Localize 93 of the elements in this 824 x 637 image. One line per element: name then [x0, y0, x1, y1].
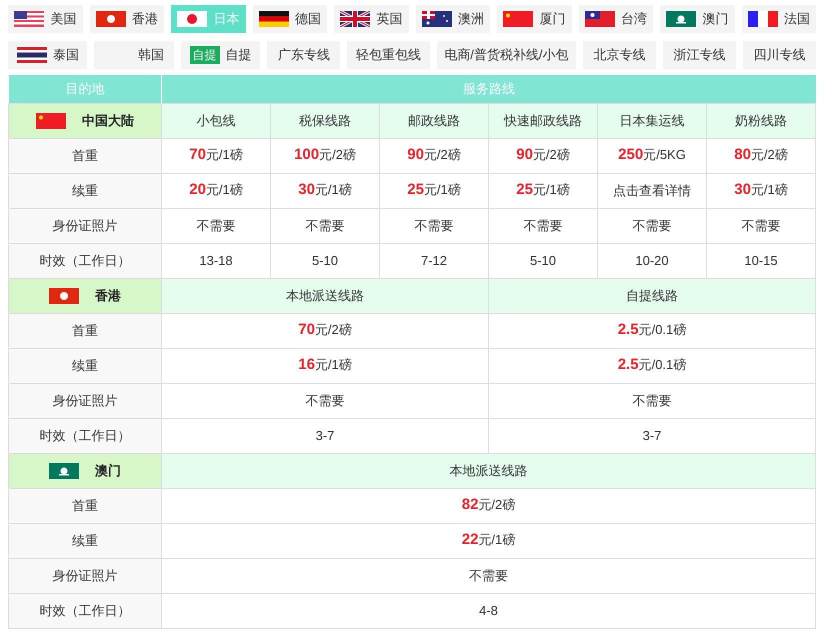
table-cell: 90元/2磅: [488, 138, 598, 173]
table-cell: 10-15: [706, 243, 816, 278]
table-cell: 不需要: [380, 208, 488, 243]
flag-icon: [503, 11, 534, 27]
table-cell: 22元/1磅: [162, 523, 816, 558]
country-tab[interactable]: 自提 自提: [180, 41, 260, 69]
table-cell: 82元/2磅: [162, 488, 816, 523]
table-cell: 不需要: [162, 558, 816, 593]
table-cell: 2.5元/0.1磅: [488, 348, 816, 383]
flag-icon: [16, 47, 47, 63]
route-header-cell: 邮政线路: [380, 103, 488, 138]
table-cell: 3-7: [162, 418, 488, 453]
country-tab[interactable]: 厦门: [497, 5, 572, 33]
country-tab[interactable]: 轻包重包线: [347, 41, 430, 69]
table-cell: 30元/1磅: [706, 173, 816, 208]
table-cell: 2.5元/0.1磅: [488, 313, 816, 348]
country-tab[interactable]: 美国: [8, 5, 82, 33]
route-header-cell: 本地派送线路: [162, 453, 816, 488]
route-header-cell: 小包线: [162, 103, 270, 138]
table-cell: 不需要: [488, 383, 816, 418]
table-cell: 16元/1磅: [162, 348, 488, 383]
route-header-cell: 税保线路: [270, 103, 380, 138]
country-tab[interactable]: 台湾: [578, 5, 653, 33]
table-cell: 不需要: [162, 208, 270, 243]
country-tab[interactable]: 英国: [334, 5, 408, 33]
flag-icon: [748, 11, 778, 27]
country-tab[interactable]: 电商/普货税补线/小包: [436, 41, 576, 69]
table-cell: 7-12: [380, 243, 488, 278]
table-cell: 10-20: [598, 243, 706, 278]
flag-icon: [177, 11, 208, 27]
country-tab[interactable]: 德国: [252, 5, 327, 33]
route-header-cell: 本地派送线路: [162, 278, 488, 313]
row-label-cell: 续重: [8, 523, 162, 558]
country-tab[interactable]: 浙江专线: [663, 41, 736, 69]
table-cell: 30元/1磅: [270, 173, 380, 208]
flag-icon: [340, 11, 370, 27]
country-tab[interactable]: 澳门: [660, 5, 734, 33]
table-cell: 不需要: [270, 208, 380, 243]
table-cell: 70元/1磅: [162, 138, 270, 173]
row-label-cell: 续重: [8, 173, 162, 208]
row-label-cell: 时效（工作日）: [8, 418, 162, 453]
row-label-cell: 续重: [8, 348, 162, 383]
row-label-cell: 首重: [8, 313, 162, 348]
flag-icon: [14, 11, 44, 27]
country-tab[interactable]: 四川专线: [743, 41, 816, 69]
country-tab[interactable]: 北京专线: [583, 41, 656, 69]
table-cell: 3-7: [488, 418, 816, 453]
table-cell: 70元/2磅: [162, 313, 488, 348]
route-header-cell: 奶粉线路: [706, 103, 816, 138]
region-cell: 澳门: [8, 453, 162, 488]
row-label-cell: 首重: [8, 138, 162, 173]
table-cell: 80元/2磅: [706, 138, 816, 173]
row-label-cell: 时效（工作日）: [8, 243, 162, 278]
country-tab[interactable]: 香港: [90, 5, 164, 33]
flag-icon: [49, 288, 79, 304]
table-cell: 4-8: [162, 593, 816, 628]
table-cell: 5-10: [270, 243, 380, 278]
country-tab[interactable]: 广东专线: [267, 41, 340, 69]
region-cell: 香港: [8, 278, 162, 313]
country-tab[interactable]: 法国: [742, 5, 816, 33]
route-header-cell: 自提线路: [488, 278, 816, 313]
row-label-cell: 首重: [8, 488, 162, 523]
country-tab[interactable]: 韩国: [94, 41, 174, 69]
table-cell: 25元/1磅: [380, 173, 488, 208]
table-cell: 不需要: [488, 208, 598, 243]
row-label-cell: 时效（工作日）: [8, 593, 162, 628]
flag-icon: [666, 11, 696, 27]
table-cell: 90元/2磅: [380, 138, 488, 173]
region-cell: 中国大陆: [8, 103, 162, 138]
route-header-cell: 日本集运线: [598, 103, 706, 138]
table-cell: 点击查看详情: [598, 173, 706, 208]
country-tab[interactable]: 泰国: [8, 41, 88, 69]
pickup-badge: 自提: [190, 46, 220, 64]
flag-icon: [49, 462, 79, 478]
table-cell: 13-18: [162, 243, 270, 278]
flag-icon: [584, 11, 615, 27]
flag-icon: [96, 11, 126, 27]
flag-icon: [258, 11, 289, 27]
table-cell: 不需要: [598, 208, 706, 243]
row-label-cell: 身份证照片: [8, 208, 162, 243]
row-label-cell: 身份证照片: [8, 558, 162, 593]
country-tab[interactable]: 澳洲: [416, 5, 490, 33]
table-cell: 250元/5KG: [598, 138, 706, 173]
table-cell: 100元/2磅: [270, 138, 380, 173]
table-cell: 5-10: [488, 243, 598, 278]
table-cell: 不需要: [706, 208, 816, 243]
table-cell: 不需要: [162, 383, 488, 418]
flag-icon: [36, 112, 66, 128]
row-label-cell: 身份证照片: [8, 383, 162, 418]
table-cell: 25元/1磅: [488, 173, 598, 208]
route-header-cell: 快速邮政线路: [488, 103, 598, 138]
table-cell: 20元/1磅: [162, 173, 270, 208]
flag-icon: [422, 11, 452, 27]
